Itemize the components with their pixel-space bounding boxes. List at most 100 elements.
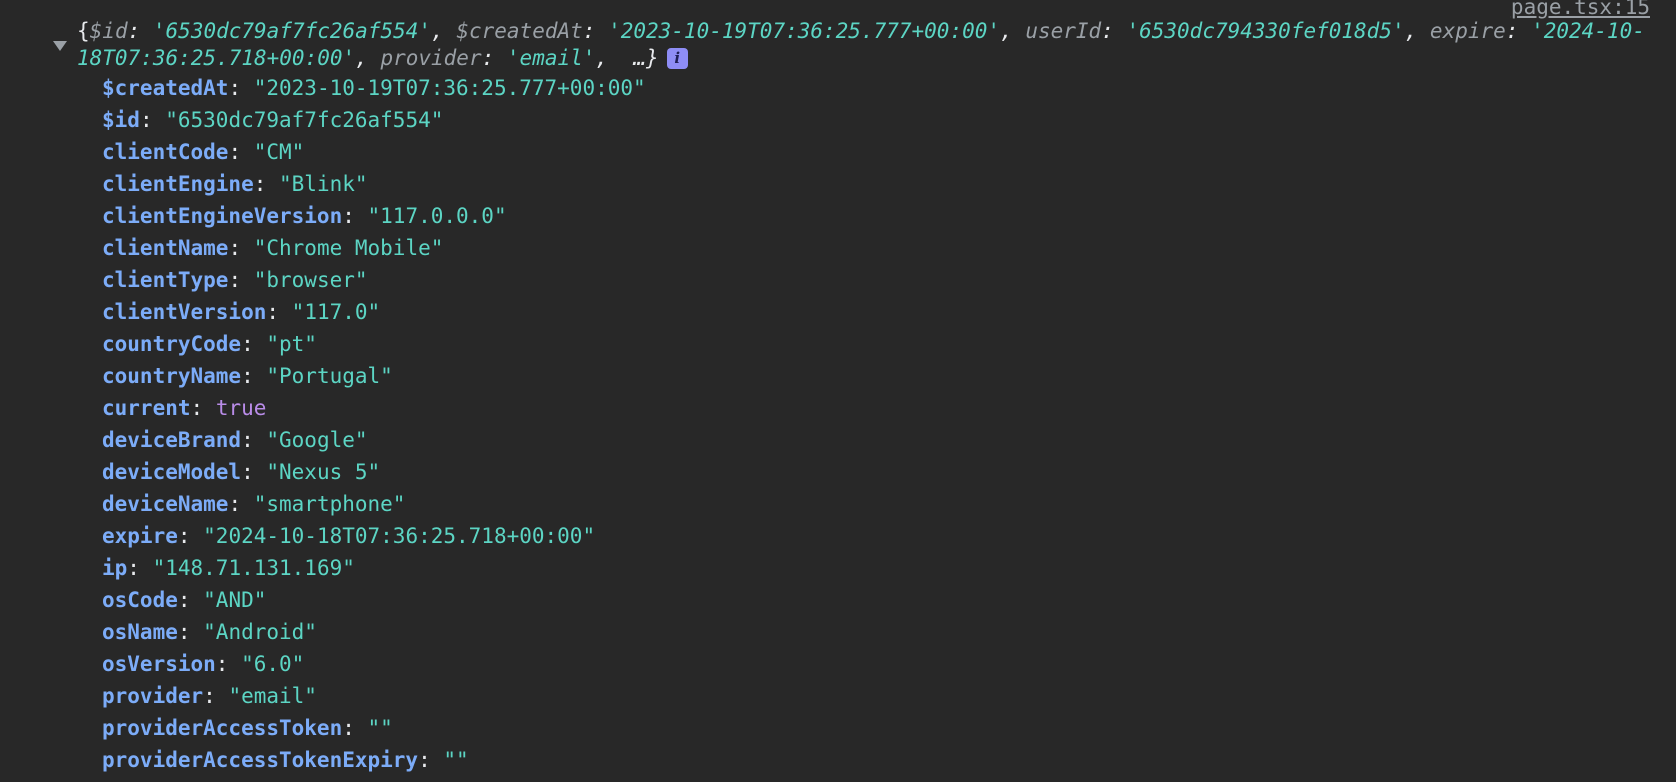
property-key: clientName	[102, 236, 229, 260]
preview-value: '6530dc794330fef018d5'	[1126, 19, 1405, 43]
property-key: $id	[102, 108, 140, 132]
object-preview[interactable]: {$id: '6530dc79af7fc26af554', $createdAt…	[77, 18, 1655, 72]
property-colon: :	[228, 268, 254, 292]
property-colon: :	[127, 556, 153, 580]
property-row[interactable]: clientEngineVersion: "117.0.0.0"	[102, 200, 646, 232]
property-key: clientType	[102, 268, 229, 292]
property-row[interactable]: deviceModel: "Nexus 5"	[102, 456, 646, 488]
preview-value: '2023-10-19T07:36:25.777+00:00'	[608, 19, 1001, 43]
property-colon: :	[215, 652, 242, 676]
property-row[interactable]: osName: "Android"	[102, 616, 646, 648]
property-row[interactable]: $createdAt: "2023-10-19T07:36:25.777+00:…	[102, 72, 646, 104]
property-colon: :	[177, 524, 204, 548]
property-colon: :	[241, 332, 267, 356]
property-row[interactable]: expire: "2024-10-18T07:36:25.718+00:00"	[102, 520, 646, 552]
property-value: "Nexus 5"	[266, 460, 381, 484]
property-value: "AND"	[203, 588, 267, 612]
property-value: "Portugal"	[266, 364, 393, 388]
property-row[interactable]: deviceBrand: "Google"	[102, 424, 646, 456]
property-row[interactable]: clientCode: "CM"	[102, 136, 646, 168]
property-colon: :	[228, 140, 254, 164]
property-colon: :	[253, 172, 280, 196]
preview-ellipsis: …}	[633, 46, 659, 70]
property-key: clientEngineVersion	[102, 204, 343, 228]
property-colon: :	[177, 588, 204, 612]
property-key: providerAccessTokenExpiry	[102, 748, 419, 772]
property-row[interactable]: current: true	[102, 392, 646, 424]
property-colon: :	[342, 716, 368, 740]
property-colon: :	[203, 684, 229, 708]
property-colon: :	[418, 748, 444, 772]
property-colon: :	[228, 236, 254, 260]
triangle-down-icon[interactable]	[52, 40, 70, 54]
property-value: "117.0"	[291, 300, 381, 324]
property-key: expire	[102, 524, 178, 548]
object-properties-list: $createdAt: "2023-10-19T07:36:25.777+00:…	[102, 72, 646, 776]
property-colon: :	[342, 204, 368, 228]
property-value: "6.0"	[241, 652, 305, 676]
property-key: providerAccessToken	[102, 716, 343, 740]
preview-key: userId	[1025, 19, 1102, 43]
property-value: "pt"	[266, 332, 317, 356]
property-value: "Blink"	[279, 172, 368, 196]
property-value: "smartphone"	[253, 492, 406, 516]
property-value: "Android"	[203, 620, 317, 644]
property-colon: :	[241, 428, 267, 452]
property-key: deviceModel	[102, 460, 242, 484]
preview-value: 'email'	[506, 46, 596, 70]
preview-value: '6530dc79af7fc26af554'	[152, 19, 432, 43]
preview-key: expire	[1429, 19, 1506, 43]
property-row[interactable]: countryName: "Portugal"	[102, 360, 646, 392]
property-key: $createdAt	[102, 76, 229, 100]
property-row[interactable]: osCode: "AND"	[102, 584, 646, 616]
property-key: clientCode	[102, 140, 229, 164]
property-row[interactable]: clientName: "Chrome Mobile"	[102, 232, 646, 264]
property-key: osName	[102, 620, 178, 644]
property-row[interactable]: providerAccessToken: ""	[102, 712, 646, 744]
property-value: "2024-10-18T07:36:25.718+00:00"	[203, 524, 596, 548]
property-row[interactable]: clientType: "browser"	[102, 264, 646, 296]
property-row[interactable]: deviceName: "smartphone"	[102, 488, 646, 520]
preview-key: $id	[89, 19, 128, 43]
property-key: current	[102, 396, 191, 420]
property-row[interactable]: countryCode: "pt"	[102, 328, 646, 360]
source-location-link[interactable]: page.tsx:15	[1511, 0, 1650, 20]
property-row[interactable]: provider: "email"	[102, 680, 646, 712]
property-key: ip	[102, 556, 128, 580]
property-value: "117.0.0.0"	[367, 204, 507, 228]
property-key: osVersion	[102, 652, 216, 676]
property-colon: :	[241, 364, 267, 388]
property-row[interactable]: clientEngine: "Blink"	[102, 168, 646, 200]
property-row[interactable]: clientVersion: "117.0"	[102, 296, 646, 328]
property-key: countryCode	[102, 332, 242, 356]
property-value: true	[215, 396, 267, 420]
property-key: deviceName	[102, 492, 229, 516]
property-row[interactable]: osVersion: "6.0"	[102, 648, 646, 680]
property-value: "browser"	[253, 268, 368, 292]
property-row[interactable]: $id: "6530dc79af7fc26af554"	[102, 104, 646, 136]
property-value: "email"	[228, 684, 317, 708]
property-colon: :	[190, 396, 216, 420]
property-key: deviceBrand	[102, 428, 242, 452]
property-key: clientVersion	[102, 300, 267, 324]
property-value: ""	[443, 748, 469, 772]
property-value: "CM"	[253, 140, 305, 164]
info-icon[interactable]: i	[666, 48, 688, 69]
property-colon: :	[228, 492, 254, 516]
property-colon: :	[266, 300, 292, 324]
property-key: provider	[102, 684, 204, 708]
preview-key: $createdAt	[456, 19, 583, 43]
property-row[interactable]: providerAccessTokenExpiry: ""	[102, 744, 646, 776]
property-value: "Google"	[266, 428, 368, 452]
property-value: "148.71.131.169"	[152, 556, 355, 580]
property-key: clientEngine	[102, 172, 254, 196]
property-key: osCode	[102, 588, 178, 612]
property-key: countryName	[102, 364, 242, 388]
property-value: "Chrome Mobile"	[253, 236, 444, 260]
property-colon: :	[139, 108, 166, 132]
property-value: "2023-10-19T07:36:25.777+00:00"	[253, 76, 646, 100]
property-row[interactable]: ip: "148.71.131.169"	[102, 552, 646, 584]
preview-key: provider	[380, 46, 482, 70]
property-colon: :	[177, 620, 204, 644]
property-value: ""	[367, 716, 393, 740]
